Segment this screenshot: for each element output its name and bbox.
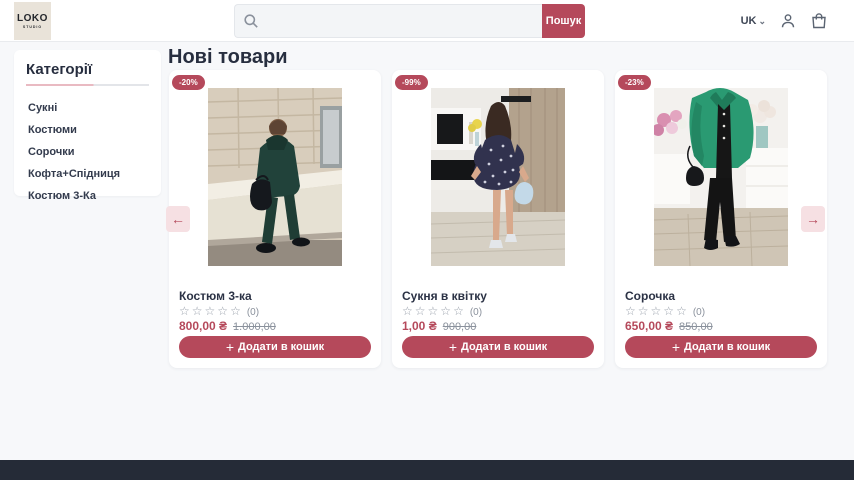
price-row: 1,00 ₴ 900,00 (402, 319, 476, 333)
discount-badge: -20% (172, 75, 205, 90)
add-to-cart-button[interactable]: + Додати в кошик (402, 336, 594, 358)
star-icon: ☆ (651, 304, 664, 318)
search-icon (243, 13, 259, 29)
star-icon: ☆ (625, 304, 638, 318)
star-icon: ☆ (638, 304, 651, 318)
plus-icon: + (672, 340, 680, 354)
old-price: 1.000,00 (233, 321, 276, 333)
current-price: 650,00 ₴ (625, 319, 673, 333)
add-to-cart-label: Додати в кошик (684, 341, 770, 353)
old-price: 850,00 (679, 321, 713, 333)
star-icon: ☆ (179, 304, 192, 318)
sidebar-item-sukni[interactable]: Сукні (26, 97, 149, 119)
chevron-down-icon: ⌄ (758, 17, 766, 25)
category-sidebar: Категорії Сукні Костюми Сорочки Кофта+Сп… (14, 50, 161, 196)
header-actions: UK ⌄ (741, 0, 828, 42)
sidebar-title: Категорії (26, 61, 149, 78)
current-price: 1,00 ₴ (402, 319, 437, 333)
product-image-suit-3ka[interactable] (208, 88, 342, 266)
product-carousel: -20% (169, 70, 827, 368)
storefront-page: LOKO STUDIO Пошук UK ⌄ Категорії (0, 0, 854, 480)
sidebar-item-kostiumy[interactable]: Костюми (26, 119, 149, 141)
logo-text: LOKO (17, 14, 48, 24)
discount-badge: -23% (618, 75, 651, 90)
star-icon: ☆ (217, 304, 230, 318)
plus-icon: + (226, 340, 234, 354)
star-icon: ☆ (663, 304, 676, 318)
star-icon: ☆ (440, 304, 453, 318)
arrow-right-icon: → (806, 212, 820, 226)
product-title[interactable]: Костюм 3-ка (179, 289, 252, 303)
star-rating: ☆☆☆☆☆(0) (625, 304, 705, 318)
add-to-cart-label: Додати в кошик (461, 341, 547, 353)
cart-icon[interactable] (810, 12, 828, 30)
section-title: Нові товари (168, 46, 287, 69)
star-rating: ☆☆☆☆☆(0) (179, 304, 259, 318)
plus-icon: + (449, 340, 457, 354)
add-to-cart-label: Додати в кошик (238, 341, 324, 353)
search-bar: Пошук (234, 4, 585, 38)
sidebar-item-kofta-spidnytsia[interactable]: Кофта+Спідниця (26, 163, 149, 185)
discount-badge: -99% (395, 75, 428, 90)
add-to-cart-button[interactable]: + Додати в кошик (625, 336, 817, 358)
search-button[interactable]: Пошук (542, 4, 585, 38)
language-selector[interactable]: UK ⌄ (741, 15, 766, 27)
add-to-cart-button[interactable]: + Додати в кошик (179, 336, 371, 358)
footer (0, 460, 854, 480)
logo-subtext: STUDIO (23, 25, 42, 29)
rating-count: (0) (693, 307, 705, 318)
price-row: 650,00 ₴ 850,00 (625, 319, 713, 333)
carousel-next-button[interactable]: → (801, 206, 825, 232)
store-logo[interactable]: LOKO STUDIO (14, 2, 51, 40)
sidebar-item-kostium-3ka[interactable]: Костюм 3-Ка (26, 185, 149, 207)
sidebar-item-sorochky[interactable]: Сорочки (26, 141, 149, 163)
star-icon: ☆ (230, 304, 243, 318)
star-icon: ☆ (453, 304, 466, 318)
language-label: UK (741, 15, 757, 27)
star-rating: ☆☆☆☆☆(0) (402, 304, 482, 318)
product-image-shirt[interactable] (654, 88, 788, 266)
star-icon: ☆ (415, 304, 428, 318)
rating-count: (0) (247, 307, 259, 318)
old-price: 900,00 (443, 321, 477, 333)
rating-count: (0) (470, 307, 482, 318)
price-row: 800,00 ₴ 1.000,00 (179, 319, 276, 333)
star-icon: ☆ (428, 304, 441, 318)
sidebar-divider (26, 84, 149, 86)
current-price: 800,00 ₴ (179, 319, 227, 333)
star-icon: ☆ (192, 304, 205, 318)
product-card: -20% (169, 70, 381, 368)
account-icon[interactable] (779, 12, 797, 30)
header: LOKO STUDIO Пошук UK ⌄ (0, 0, 854, 42)
category-list: Сукні Костюми Сорочки Кофта+Спідниця Кос… (26, 97, 149, 207)
search-input[interactable] (234, 4, 542, 38)
product-image-flower-dress[interactable] (431, 88, 565, 266)
star-icon: ☆ (205, 304, 218, 318)
carousel-prev-button[interactable]: ← (166, 206, 190, 232)
product-card: -23% (615, 70, 827, 368)
star-icon: ☆ (402, 304, 415, 318)
product-title[interactable]: Сукня в квітку (402, 289, 487, 303)
product-card: -99% (392, 70, 604, 368)
arrow-left-icon: ← (171, 212, 185, 226)
product-title[interactable]: Сорочка (625, 289, 675, 303)
star-icon: ☆ (676, 304, 689, 318)
